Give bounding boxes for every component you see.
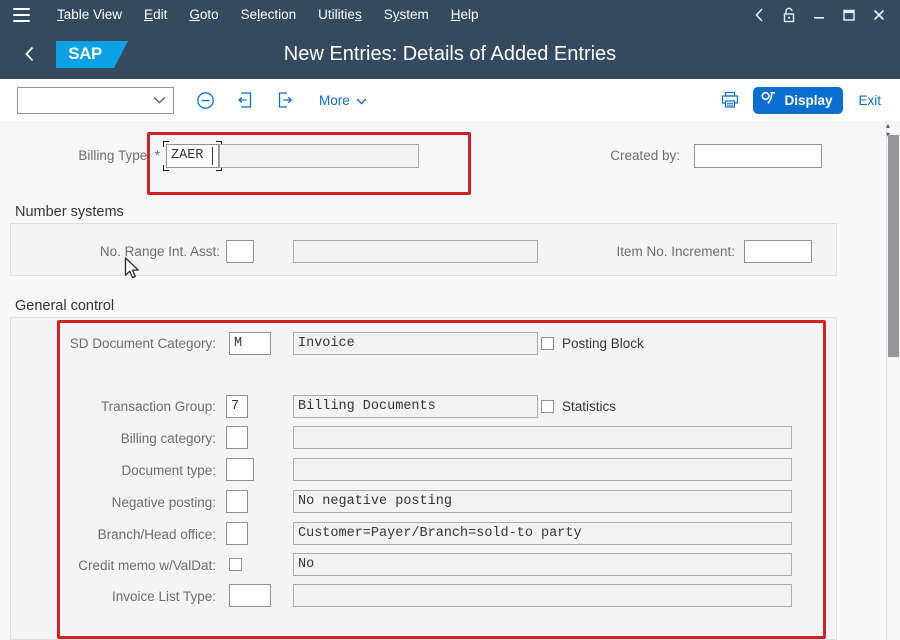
- shell-bar: SAP New Entries: Details of Added Entrie…: [0, 29, 900, 79]
- previous-entry-icon[interactable]: [228, 85, 262, 115]
- sd-document-category-label: SD Document Category:: [69, 336, 216, 351]
- back-chevron-icon[interactable]: [744, 0, 774, 29]
- text-caret: [212, 147, 213, 165]
- branch-head-office-input[interactable]: [226, 522, 248, 545]
- minus-circle-icon[interactable]: [188, 85, 222, 115]
- billing-type-description: [219, 144, 419, 168]
- billing-type-label: Billing Type: *: [78, 148, 160, 163]
- scrollbar-thumb[interactable]: [888, 135, 899, 357]
- negative-posting-description: No negative posting: [293, 490, 792, 513]
- application-toolbar: More Display Exit: [0, 79, 900, 122]
- hamburger-menu-icon[interactable]: [4, 0, 38, 29]
- transaction-group-description: Billing Documents: [293, 395, 538, 418]
- document-type-label: Document type:: [121, 463, 216, 478]
- display-button[interactable]: Display: [753, 86, 844, 114]
- page-title: New Entries: Details of Added Entries: [283, 42, 617, 65]
- required-marker: *: [154, 148, 160, 163]
- posting-block-label: Posting Block: [562, 336, 644, 351]
- menu-item-help[interactable]: Help: [440, 3, 490, 26]
- billing-category-description: [293, 426, 792, 449]
- display-change-icon: [761, 91, 778, 109]
- created-by-input[interactable]: [694, 144, 822, 168]
- branch-head-office-label: Branch/Head office:: [97, 527, 216, 542]
- form-content-area: Billing Type: * ZAER Created by: Number …: [0, 121, 900, 640]
- menu-item-goto[interactable]: Goto: [178, 3, 229, 26]
- minimize-icon[interactable]: [804, 0, 834, 29]
- menu-item-table-view[interactable]: Table View: [46, 3, 133, 26]
- printer-icon[interactable]: [713, 85, 747, 115]
- chevron-down-icon: [356, 93, 367, 108]
- invoice-list-type-label: Invoice List Type:: [111, 589, 216, 604]
- document-type-description: [293, 458, 792, 481]
- created-by-label: Created by:: [610, 148, 680, 163]
- invoice-list-type-description: [293, 584, 792, 607]
- credit-memo-valdat-description: No: [293, 553, 792, 576]
- negative-posting-input[interactable]: [226, 490, 248, 513]
- transaction-group-label: Transaction Group:: [100, 399, 216, 414]
- general-control-title: General control: [15, 298, 115, 314]
- no-range-int-asst-label: No. Range Int. Asst:: [99, 244, 220, 259]
- sd-document-category-description: Invoice: [293, 332, 538, 355]
- sap-logo[interactable]: SAP: [56, 40, 128, 68]
- statistics-label: Statistics: [562, 399, 617, 414]
- lock-icon[interactable]: [774, 0, 804, 29]
- next-entry-icon[interactable]: [268, 85, 302, 115]
- item-no-increment-label: Item No. Increment:: [616, 244, 735, 259]
- negative-posting-label: Negative posting:: [111, 495, 216, 510]
- chevron-down-icon: [153, 91, 166, 109]
- credit-memo-valdat-label: Credit memo w/ValDat:: [78, 558, 216, 573]
- window-controls: [744, 0, 894, 29]
- toolbar-right-group: Display Exit: [713, 79, 890, 121]
- branch-head-office-description: Customer=Payer/Branch=sold-to party: [293, 522, 792, 545]
- entry-select-dropdown[interactable]: [17, 86, 174, 114]
- billing-category-input[interactable]: [226, 426, 248, 449]
- sd-document-category-input[interactable]: M: [229, 332, 271, 355]
- more-menu-button[interactable]: More: [310, 88, 376, 113]
- close-icon[interactable]: [864, 0, 894, 29]
- sap-gui-window: Table View Edit Goto Selection Utilities…: [0, 0, 900, 640]
- menu-item-edit[interactable]: Edit: [133, 3, 178, 26]
- menu-item-utilities[interactable]: Utilities: [307, 3, 373, 26]
- scroll-up-icon[interactable]: ▴: [886, 121, 898, 130]
- transaction-group-input[interactable]: 7: [226, 395, 248, 418]
- invoice-list-type-input[interactable]: [229, 584, 271, 607]
- statistics-checkbox[interactable]: [541, 400, 554, 413]
- menu-bar: Table View Edit Goto Selection Utilities…: [0, 0, 900, 29]
- menu-item-selection[interactable]: Selection: [230, 3, 308, 26]
- display-button-label: Display: [784, 92, 833, 108]
- exit-button[interactable]: Exit: [849, 88, 890, 113]
- billing-category-label: Billing category:: [120, 431, 216, 446]
- posting-block-checkbox[interactable]: [541, 337, 554, 350]
- maximize-icon[interactable]: [834, 0, 864, 29]
- number-systems-title: Number systems: [15, 204, 124, 220]
- document-type-input[interactable]: [226, 458, 254, 481]
- no-range-int-asst-input[interactable]: [226, 240, 254, 263]
- menu-item-system[interactable]: System: [373, 3, 440, 26]
- credit-memo-valdat-checkbox[interactable]: [229, 558, 242, 571]
- item-no-increment-input[interactable]: [744, 240, 812, 263]
- back-arrow-icon[interactable]: [10, 34, 50, 74]
- sap-logo-text: SAP: [68, 44, 102, 63]
- menu-item-list: Table View Edit Goto Selection Utilities…: [46, 3, 489, 26]
- more-menu-label: More: [319, 92, 350, 108]
- vertical-scrollbar[interactable]: ▴ ▾: [886, 121, 900, 640]
